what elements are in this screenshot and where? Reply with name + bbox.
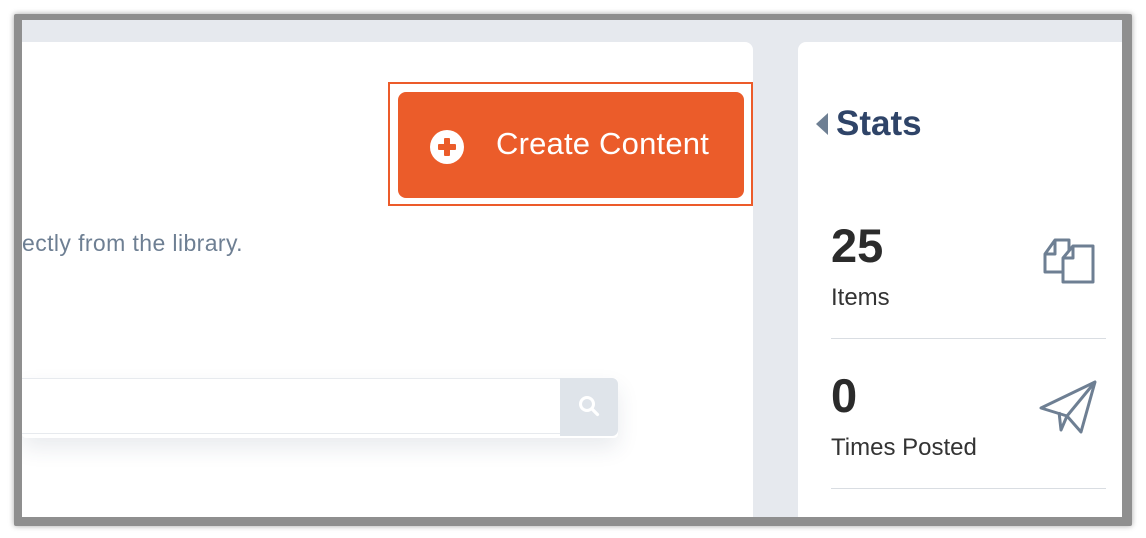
content-library-panel: Create Content ectly from the library. xyxy=(22,42,753,517)
copy-icon xyxy=(1043,238,1095,284)
create-content-highlight: Create Content xyxy=(388,82,753,206)
stats-panel: Stats 25 Items 0 Times Posted xyxy=(798,42,1122,517)
caret-left-icon xyxy=(816,113,828,135)
library-description: ectly from the library. xyxy=(22,230,243,256)
search-icon xyxy=(579,396,600,417)
search-button[interactable] xyxy=(560,378,618,436)
stat-value: 0 xyxy=(831,369,858,422)
search-input[interactable] xyxy=(22,378,560,434)
stat-label: Items xyxy=(831,284,890,311)
create-content-label: Create Content xyxy=(496,126,710,161)
paper-plane-icon xyxy=(1039,380,1097,434)
stat-times-posted: 0 Times Posted xyxy=(831,368,1106,468)
stat-items: 25 Items xyxy=(831,218,1106,318)
stat-value: 25 xyxy=(831,219,884,272)
plus-circle-icon xyxy=(430,130,464,164)
stats-title: Stats xyxy=(836,104,922,143)
stats-toggle[interactable]: Stats xyxy=(816,104,922,144)
app-viewport: Create Content ectly from the library. S… xyxy=(22,20,1122,517)
stat-label: Times Posted xyxy=(831,434,977,461)
stats-divider xyxy=(831,338,1106,339)
search-bar xyxy=(22,378,618,438)
create-content-button[interactable]: Create Content xyxy=(398,92,744,198)
stats-divider xyxy=(831,488,1106,489)
